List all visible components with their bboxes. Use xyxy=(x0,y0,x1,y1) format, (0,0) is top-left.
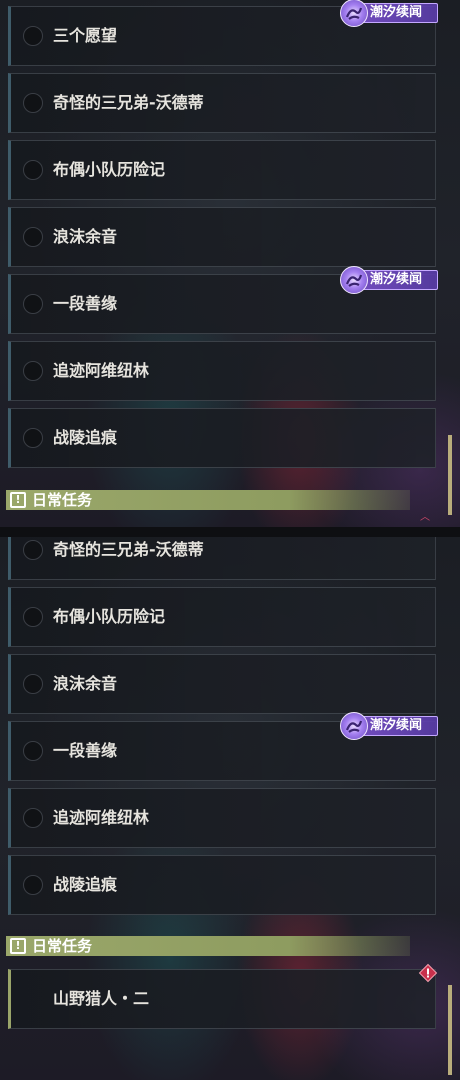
section-header-daily[interactable]: ! 日常任务 xyxy=(6,490,410,510)
quest-item[interactable]: 战陵追痕 xyxy=(8,855,436,915)
diamond-alert-icon xyxy=(418,963,438,983)
quest-label: 浪沫余音 xyxy=(53,674,118,693)
quest-list-panel-top: 三个愿望 奇怪的三兄弟-沃德蒂 布偶小队历险记 浪沫余音 一段善缘 追迹阿维纽林… xyxy=(0,0,460,527)
quest-item[interactable]: 布偶小队历险记 xyxy=(8,587,436,647)
section-label: 日常任务 xyxy=(32,937,93,955)
radio-icon[interactable] xyxy=(23,361,43,381)
badge-label: 潮汐续闻 xyxy=(370,5,423,20)
radio-icon[interactable] xyxy=(23,875,43,895)
exclamation-box-icon: ! xyxy=(10,492,26,508)
quest-item[interactable]: 布偶小队历险记 xyxy=(8,140,436,200)
radio-icon[interactable] xyxy=(23,227,43,247)
scrollbar[interactable] xyxy=(448,435,452,515)
radio-icon[interactable] xyxy=(23,741,43,761)
quest-item[interactable]: 奇怪的三兄弟-沃德蒂 xyxy=(8,537,436,580)
radio-icon[interactable] xyxy=(23,160,43,180)
exclamation-box-icon: ! xyxy=(10,938,26,954)
radio-icon[interactable] xyxy=(23,26,43,46)
radio-icon[interactable] xyxy=(23,540,43,560)
chevron-up-icon[interactable]: ︿ xyxy=(420,513,434,523)
quest-item[interactable]: 浪沫余音 xyxy=(8,654,436,714)
tide-emblem-icon xyxy=(340,0,368,27)
quest-label: 布偶小队历险记 xyxy=(53,160,166,179)
tide-badge: 潮汐续闻 xyxy=(340,0,440,27)
section-header-daily[interactable]: ! 日常任务 xyxy=(6,936,410,956)
panel-divider xyxy=(0,527,460,537)
section-label: 日常任务 xyxy=(32,491,93,509)
radio-icon[interactable] xyxy=(23,674,43,694)
daily-quest-item[interactable]: 山野猎人・二 xyxy=(8,969,436,1029)
quest-label: 追迹阿维纽林 xyxy=(53,361,150,380)
quest-item[interactable]: 追迹阿维纽林 xyxy=(8,341,436,401)
tide-emblem-icon xyxy=(340,266,368,294)
quest-label: 奇怪的三兄弟-沃德蒂 xyxy=(53,540,204,559)
radio-icon[interactable] xyxy=(23,294,43,314)
quest-list-panel-bottom: 奇怪的三兄弟-沃德蒂 布偶小队历险记 浪沫余音 一段善缘 追迹阿维纽林 战陵追痕… xyxy=(0,537,460,1080)
badge-label: 潮汐续闻 xyxy=(370,272,423,287)
quest-label: 战陵追痕 xyxy=(53,875,118,894)
quest-label: 奇怪的三兄弟-沃德蒂 xyxy=(53,93,204,112)
quest-item[interactable]: 战陵追痕 xyxy=(8,408,436,468)
quest-label: 布偶小队历险记 xyxy=(53,607,166,626)
radio-icon[interactable] xyxy=(23,607,43,627)
tide-badge: 潮汐续闻 xyxy=(340,266,440,294)
quest-item[interactable]: 浪沫余音 xyxy=(8,207,436,267)
quest-item[interactable]: 追迹阿维纽林 xyxy=(8,788,436,848)
tide-emblem-icon xyxy=(340,712,368,740)
radio-icon[interactable] xyxy=(23,808,43,828)
scrollbar[interactable] xyxy=(448,985,452,1075)
quest-label: 一段善缘 xyxy=(53,294,118,313)
quest-label: 战陵追痕 xyxy=(53,428,118,447)
tide-badge: 潮汐续闻 xyxy=(340,712,440,740)
quest-label: 追迹阿维纽林 xyxy=(53,808,150,827)
quest-label: 一段善缘 xyxy=(53,741,118,760)
quest-label: 浪沫余音 xyxy=(53,227,118,246)
quest-item[interactable]: 奇怪的三兄弟-沃德蒂 xyxy=(8,73,436,133)
quest-label: 三个愿望 xyxy=(53,26,118,45)
quest-label: 山野猎人・二 xyxy=(53,989,150,1008)
badge-label: 潮汐续闻 xyxy=(370,718,423,733)
radio-icon[interactable] xyxy=(23,428,43,448)
radio-icon[interactable] xyxy=(23,93,43,113)
